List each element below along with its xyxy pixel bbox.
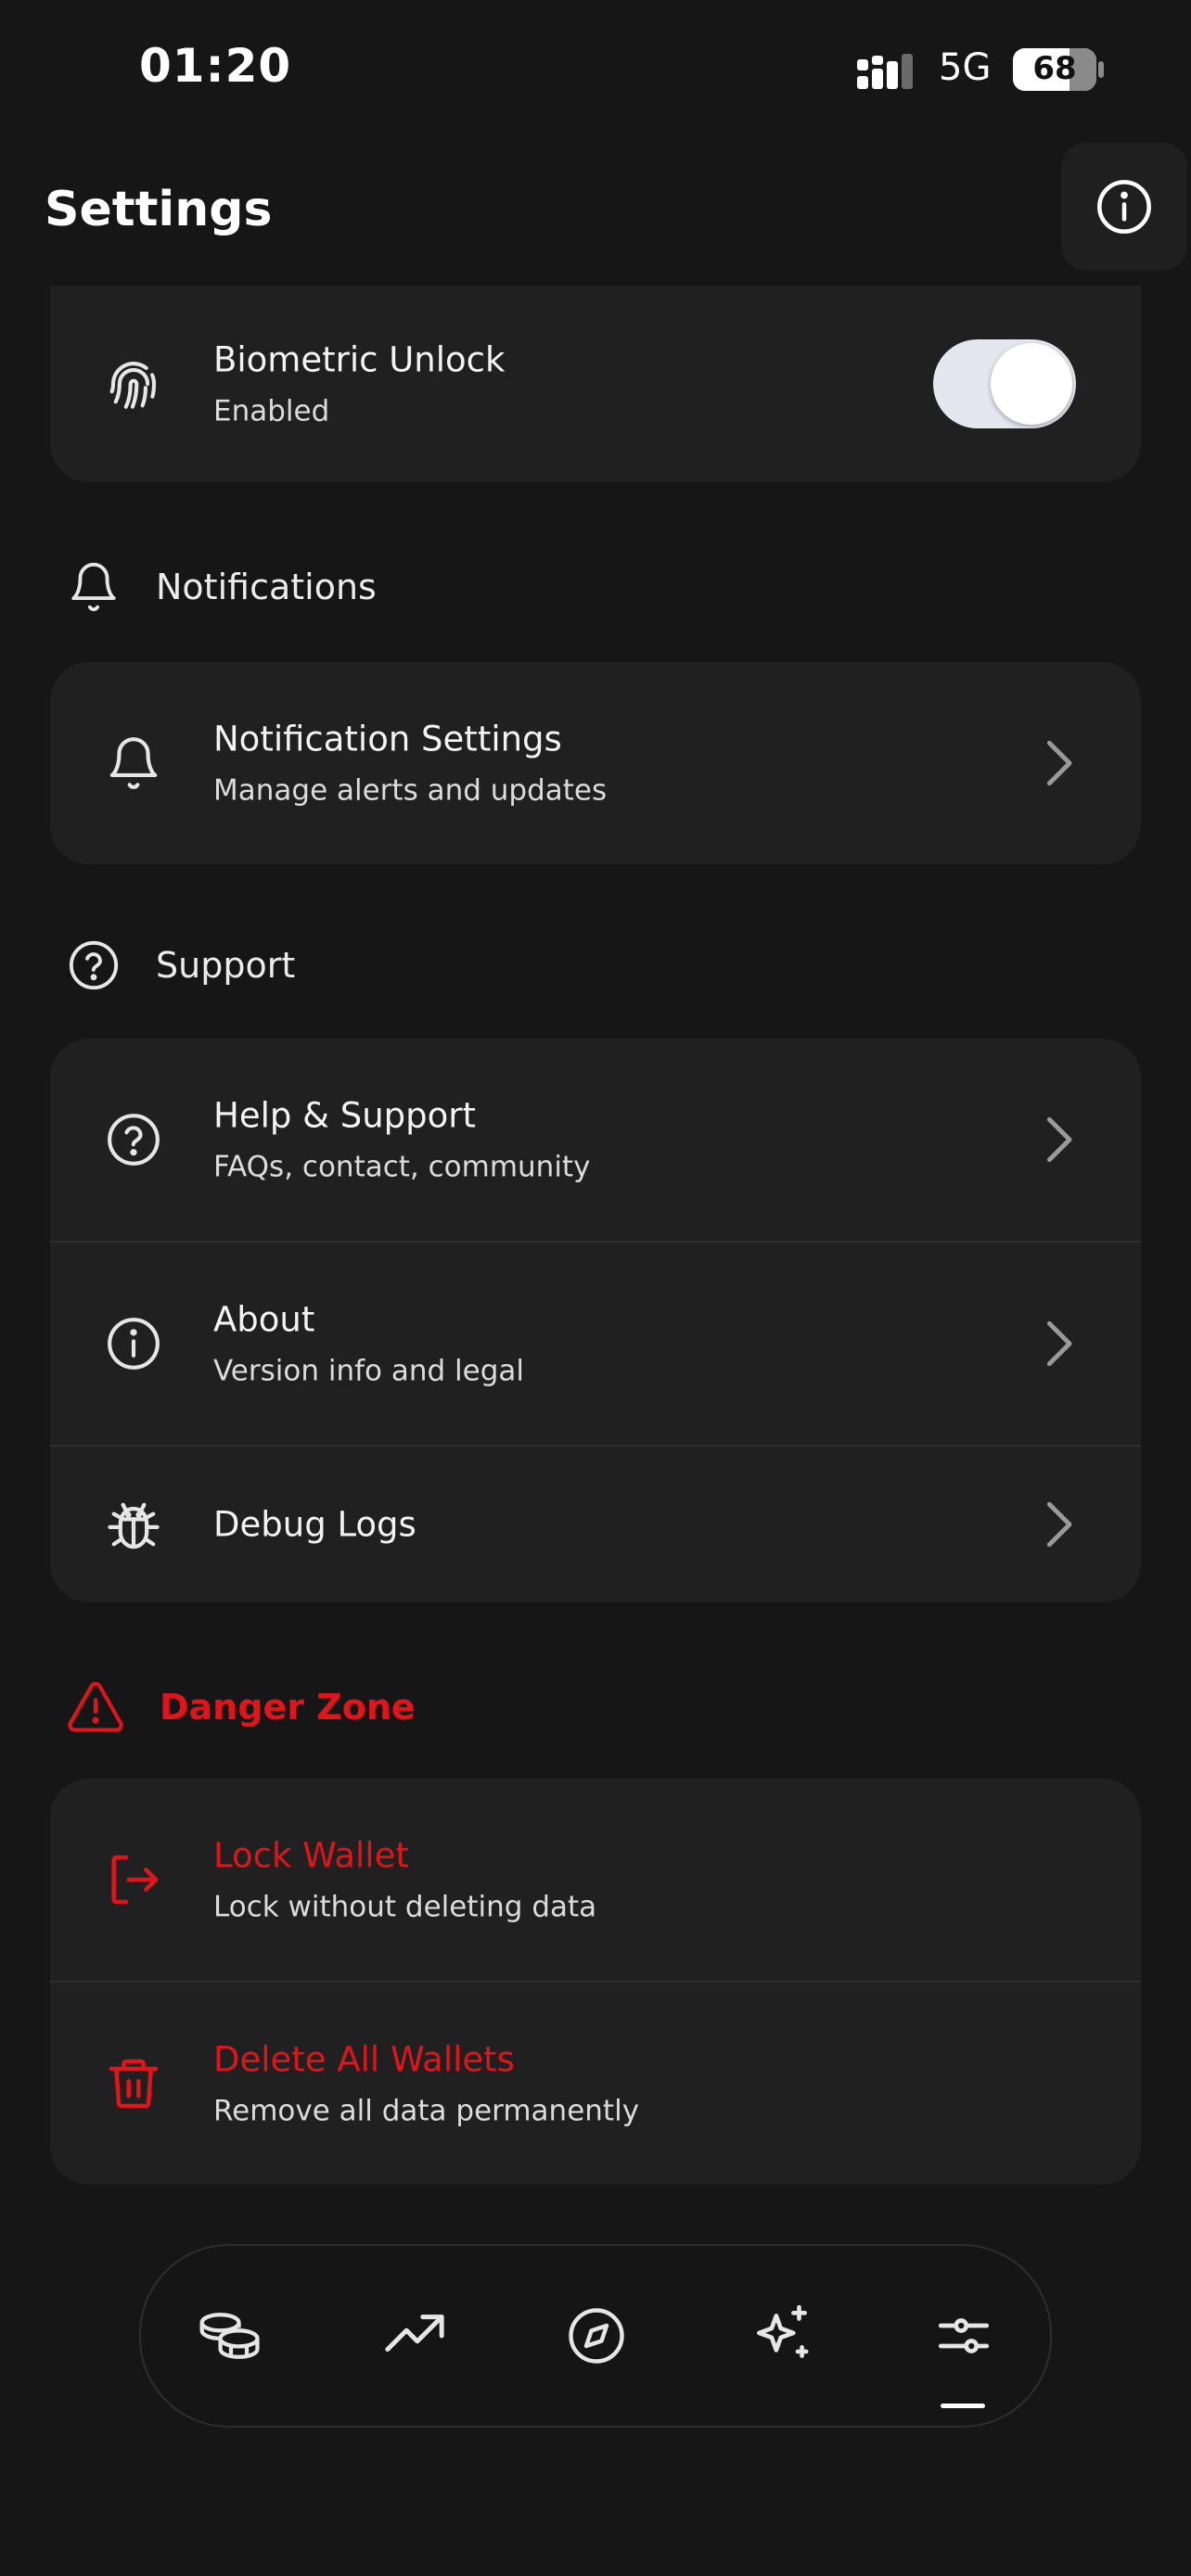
lock-wallet-row[interactable]: Lock Wallet Lock without deleting data xyxy=(50,1779,1141,1981)
delete-wallets-title: Delete All Wallets xyxy=(213,2039,515,2080)
fingerprint-icon xyxy=(98,349,169,419)
notification-settings-row[interactable]: Notification Settings Manage alerts and … xyxy=(50,662,1141,864)
debug-logs-title: Debug Logs xyxy=(213,1504,416,1545)
biometric-row[interactable]: Biometric Unlock Enabled xyxy=(50,286,1141,482)
bell-icon xyxy=(67,560,121,614)
debug-logs-row[interactable]: Debug Logs xyxy=(50,1445,1141,1602)
tab-ai[interactable] xyxy=(731,2285,833,2387)
about-subtitle: Version info and legal xyxy=(213,1354,524,1388)
biometric-toggle[interactable] xyxy=(933,339,1076,428)
notifications-section-label: Notifications xyxy=(156,567,377,607)
help-support-subtitle: FAQs, contact, community xyxy=(213,1150,591,1184)
lock-wallet-subtitle: Lock without deleting data xyxy=(213,1890,597,1924)
about-title: About xyxy=(213,1299,315,1340)
biometric-title: Biometric Unlock xyxy=(213,339,506,380)
trash-icon xyxy=(98,2048,169,2119)
bug-icon xyxy=(98,1489,169,1560)
page-title: Settings xyxy=(45,182,273,237)
battery-nub xyxy=(1098,61,1104,78)
about-row[interactable]: About Version info and legal xyxy=(50,1241,1141,1445)
notifications-card: Notification Settings Manage alerts and … xyxy=(50,662,1141,864)
tab-trending[interactable] xyxy=(364,2285,466,2387)
help-support-row[interactable]: Help & Support FAQs, contact, community xyxy=(50,1039,1141,1241)
chevron-right-icon xyxy=(1043,1113,1074,1167)
support-section-label: Support xyxy=(156,945,296,986)
danger-section-header: Danger Zone xyxy=(67,1680,416,1734)
chevron-right-icon xyxy=(1043,1498,1074,1551)
trending-up-icon xyxy=(382,2303,447,2368)
battery-icon: 68 xyxy=(1013,48,1096,91)
chevron-right-icon xyxy=(1043,1317,1074,1371)
danger-section-label: Danger Zone xyxy=(160,1687,416,1728)
tab-explore[interactable] xyxy=(545,2285,647,2387)
info-circle-icon xyxy=(98,1308,169,1379)
status-time: 01:20 xyxy=(139,39,292,93)
chevron-right-icon xyxy=(1043,736,1074,790)
tab-coins[interactable] xyxy=(180,2285,282,2387)
coins-icon xyxy=(197,2306,265,2366)
info-circle-icon xyxy=(1095,177,1154,236)
toggle-knob xyxy=(991,343,1072,425)
sliders-icon xyxy=(933,2305,994,2366)
signal-icon xyxy=(855,54,920,91)
compass-icon xyxy=(566,2305,627,2366)
network-type: 5G xyxy=(939,46,992,89)
support-section-header: Support xyxy=(67,938,295,992)
biometric-status: Enabled xyxy=(213,394,330,428)
bottom-tab-bar xyxy=(139,2244,1052,2428)
sparkles-icon xyxy=(748,2302,816,2370)
battery-percent: 68 xyxy=(1032,50,1077,87)
notifications-section-header: Notifications xyxy=(67,560,377,614)
tab-settings[interactable] xyxy=(913,2285,1015,2387)
notification-settings-title: Notification Settings xyxy=(213,719,562,759)
support-card: Help & Support FAQs, contact, community … xyxy=(50,1039,1141,1602)
danger-card: Lock Wallet Lock without deleting data D… xyxy=(50,1779,1141,2185)
help-circle-icon xyxy=(67,938,121,992)
notification-settings-subtitle: Manage alerts and updates xyxy=(213,773,608,808)
lock-wallet-title: Lock Wallet xyxy=(213,1835,409,1876)
help-support-title: Help & Support xyxy=(213,1095,476,1136)
help-circle-icon xyxy=(98,1104,169,1175)
active-tab-indicator xyxy=(941,2404,985,2408)
bell-icon xyxy=(98,728,169,798)
security-card: Biometric Unlock Enabled xyxy=(50,286,1141,482)
logout-icon xyxy=(98,1844,169,1915)
info-button[interactable] xyxy=(1061,143,1187,271)
warning-triangle-icon xyxy=(67,1680,124,1734)
delete-wallets-row[interactable]: Delete All Wallets Remove all data perma… xyxy=(50,1981,1141,2185)
delete-wallets-subtitle: Remove all data permanently xyxy=(213,2094,640,2128)
